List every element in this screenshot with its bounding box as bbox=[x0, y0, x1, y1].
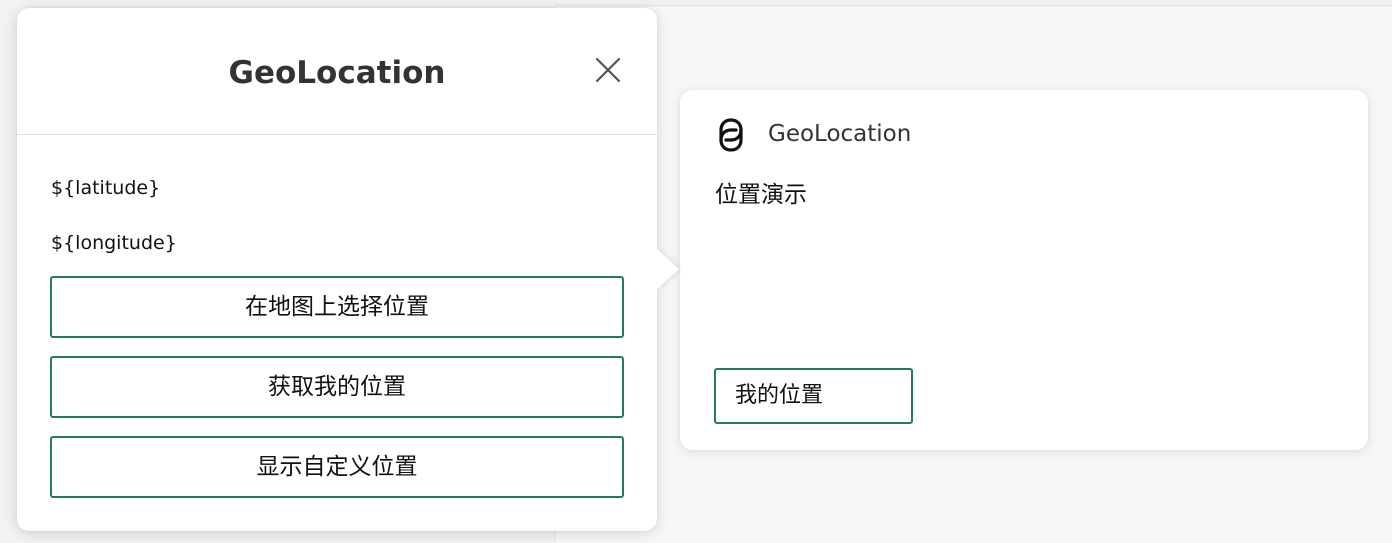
app-logo-icon bbox=[710, 114, 752, 156]
longitude-text: ${longitude} bbox=[51, 232, 177, 254]
card-title: 位置演示 bbox=[715, 182, 807, 208]
close-button[interactable] bbox=[592, 54, 624, 86]
popup-header: GeoLocation bbox=[17, 8, 657, 135]
latitude-text: ${latitude} bbox=[51, 177, 161, 199]
show-custom-location-button[interactable]: 显示自定义位置 bbox=[50, 436, 624, 498]
my-location-button[interactable]: 我的位置 bbox=[714, 368, 913, 424]
popup-pointer bbox=[657, 249, 679, 289]
geolocation-popup: GeoLocation ${latitude} ${longitude} 在地图… bbox=[17, 8, 679, 531]
get-my-location-button[interactable]: 获取我的位置 bbox=[50, 356, 624, 418]
select-on-map-button[interactable]: 在地图上选择位置 bbox=[50, 276, 624, 338]
card-app-name: GeoLocation bbox=[768, 121, 912, 147]
app-card[interactable]: GeoLocation 位置演示 我的位置 bbox=[680, 90, 1368, 450]
popup-title: GeoLocation bbox=[228, 55, 446, 91]
close-icon bbox=[595, 57, 621, 83]
